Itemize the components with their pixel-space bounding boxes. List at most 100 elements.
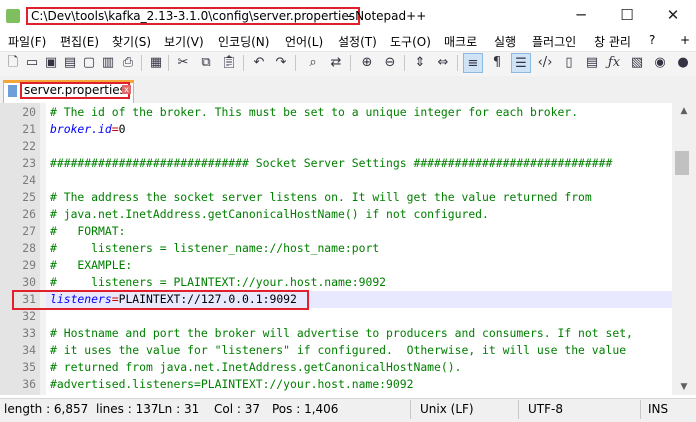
status-col: Col : 37 [214, 402, 260, 416]
notepad-app-icon [6, 9, 20, 23]
line-number: 33 [22, 326, 36, 340]
menu-edit[interactable]: 편집(E) [60, 33, 99, 50]
close-icon[interactable]: ▢ [79, 53, 99, 73]
status-eol: Unix (LF) [420, 402, 474, 416]
line-number: 25 [22, 190, 36, 204]
menu-window[interactable]: 창 관리 [594, 33, 631, 50]
indent-guide-icon[interactable]: ☰ [511, 53, 531, 73]
code-token: # FORMAT: [50, 224, 126, 238]
sync-horizontal-icon[interactable]: ⇔ [433, 53, 453, 73]
menu-search[interactable]: 찾기(S) [112, 33, 151, 50]
zoom-in-icon[interactable]: ⊕ [357, 53, 377, 73]
code-line[interactable]: # listeners = PLAINTEXT://your.host.name… [50, 274, 670, 291]
code-line[interactable]: # Hostname and port the broker will adve… [50, 325, 670, 342]
line-number: 34 [22, 343, 36, 357]
status-mode: INS [648, 402, 669, 416]
zoom-out-icon[interactable]: ⊖ [380, 53, 400, 73]
close-window-button[interactable]: ✕ [650, 0, 696, 32]
menu-view[interactable]: 보기(V) [164, 33, 204, 50]
code-line[interactable]: # EXAMPLE: [50, 257, 670, 274]
code-token: # Hostname and port the broker will adve… [50, 326, 633, 340]
code-line[interactable] [50, 308, 670, 325]
doc-list-icon[interactable]: ▤ [582, 53, 602, 73]
code-token: # listeners = PLAINTEXT://your.host.name… [50, 275, 387, 289]
maximize-button[interactable]: ☐ [604, 0, 650, 32]
scroll-up-icon[interactable]: ▲ [672, 104, 696, 118]
paste-icon[interactable]: 📋︎ [219, 53, 239, 73]
status-ln: Ln : 31 [158, 402, 200, 416]
code-token: # java.net.InetAddress.getCanonicalHostN… [50, 207, 489, 221]
line-number: 28 [22, 241, 36, 255]
line-number: 24 [22, 173, 36, 187]
code-line[interactable]: # listeners = listener_name://host_name:… [50, 240, 670, 257]
cut-icon[interactable]: ✂ [173, 53, 193, 73]
status-length: length : 6,857 [4, 402, 89, 416]
copy-icon[interactable]: ⧉ [196, 53, 216, 73]
code-line[interactable]: #advertised.listeners=PLAINTEXT://your.h… [50, 376, 670, 393]
menu-add-tab[interactable]: + [680, 33, 690, 47]
open-file-icon[interactable]: ▭ [22, 53, 42, 73]
toolbar-separator [243, 55, 244, 71]
menu-help[interactable]: ? [649, 33, 655, 47]
code-line[interactable]: # it uses the value for "listeners" if c… [50, 342, 670, 359]
replace-icon[interactable]: ⇄ [326, 53, 346, 73]
save-session-icon[interactable]: ▦ [146, 53, 166, 73]
toolbar-separator [168, 55, 169, 71]
sync-vertical-icon[interactable]: ⇕ [410, 53, 430, 73]
code-line[interactable]: # java.net.InetAddress.getCanonicalHostN… [50, 206, 670, 223]
menu-file[interactable]: 파일(F) [8, 33, 46, 50]
line-number: 32 [22, 309, 36, 323]
vertical-scrollbar[interactable] [672, 103, 696, 395]
line-number: 21 [22, 122, 36, 136]
code-line[interactable]: # returned from java.net.InetAddress.get… [50, 359, 670, 376]
code-line[interactable]: # The id of the broker. This must be set… [50, 104, 670, 121]
close-all-icon[interactable]: ▥ [98, 53, 118, 73]
code-line[interactable]: ############################# Socket Ser… [50, 155, 670, 172]
minimize-button[interactable]: ─ [558, 0, 604, 32]
menu-settings[interactable]: 설정(T) [338, 33, 377, 50]
code-token: ############################# Socket Ser… [50, 156, 613, 170]
save-all-icon[interactable]: ▤ [60, 53, 80, 73]
line-number: 23 [22, 156, 36, 170]
monitoring-icon[interactable]: ◉ [650, 53, 670, 73]
code-token: # returned from java.net.InetAddress.get… [50, 360, 462, 374]
map-icon[interactable]: ▯ [559, 53, 579, 73]
menu-encoding[interactable]: 인코딩(N) [218, 33, 269, 50]
scrollbar-thumb[interactable] [675, 151, 689, 175]
code-line[interactable]: # The address the socket server listens … [50, 189, 670, 206]
line-number: 27 [22, 224, 36, 238]
menu-run[interactable]: 실행 [494, 33, 516, 50]
line-number: 30 [22, 275, 36, 289]
tab-close-icon[interactable]: x [122, 85, 131, 94]
new-file-icon[interactable]: 🗋 [3, 53, 23, 73]
find-icon[interactable]: ⌕ [303, 53, 323, 73]
code-line[interactable]: # FORMAT: [50, 223, 670, 240]
print-icon[interactable]: ⎙ [118, 53, 138, 73]
status-separator [410, 400, 411, 419]
code-line[interactable]: broker.id=0 [50, 121, 670, 138]
scroll-down-icon[interactable]: ▼ [672, 380, 696, 394]
folder-as-workspace-icon[interactable]: ▧ [627, 53, 647, 73]
show-all-chars-icon[interactable]: ¶ [487, 53, 507, 73]
function-list-icon[interactable]: ƒx [604, 53, 624, 73]
status-encoding: UTF-8 [528, 402, 563, 416]
code-line[interactable] [50, 138, 670, 155]
status-pos: Pos : 1,406 [272, 402, 339, 416]
code-token: # EXAMPLE: [50, 258, 133, 272]
file-saved-icon [8, 85, 17, 97]
undo-icon[interactable]: ↶ [249, 53, 269, 73]
record-macro-icon[interactable]: ● [673, 53, 693, 73]
toolbar-separator [141, 55, 142, 71]
menu-plugins[interactable]: 플러그인 [532, 33, 576, 50]
menu-tools[interactable]: 도구(O) [390, 33, 431, 50]
code-token: broker.id [50, 122, 112, 136]
status-lines: lines : 137 [96, 402, 159, 416]
word-wrap-icon[interactable]: ≡ [463, 53, 483, 73]
menu-language[interactable]: 언어(L) [285, 33, 323, 50]
xml-icon[interactable]: ‹/› [535, 53, 555, 73]
save-icon[interactable]: ▣ [41, 53, 61, 73]
code-line[interactable] [50, 172, 670, 189]
code-token: # The address the socket server listens … [50, 190, 592, 204]
menu-macro[interactable]: 매크로 [444, 33, 477, 50]
redo-icon[interactable]: ↷ [271, 53, 291, 73]
